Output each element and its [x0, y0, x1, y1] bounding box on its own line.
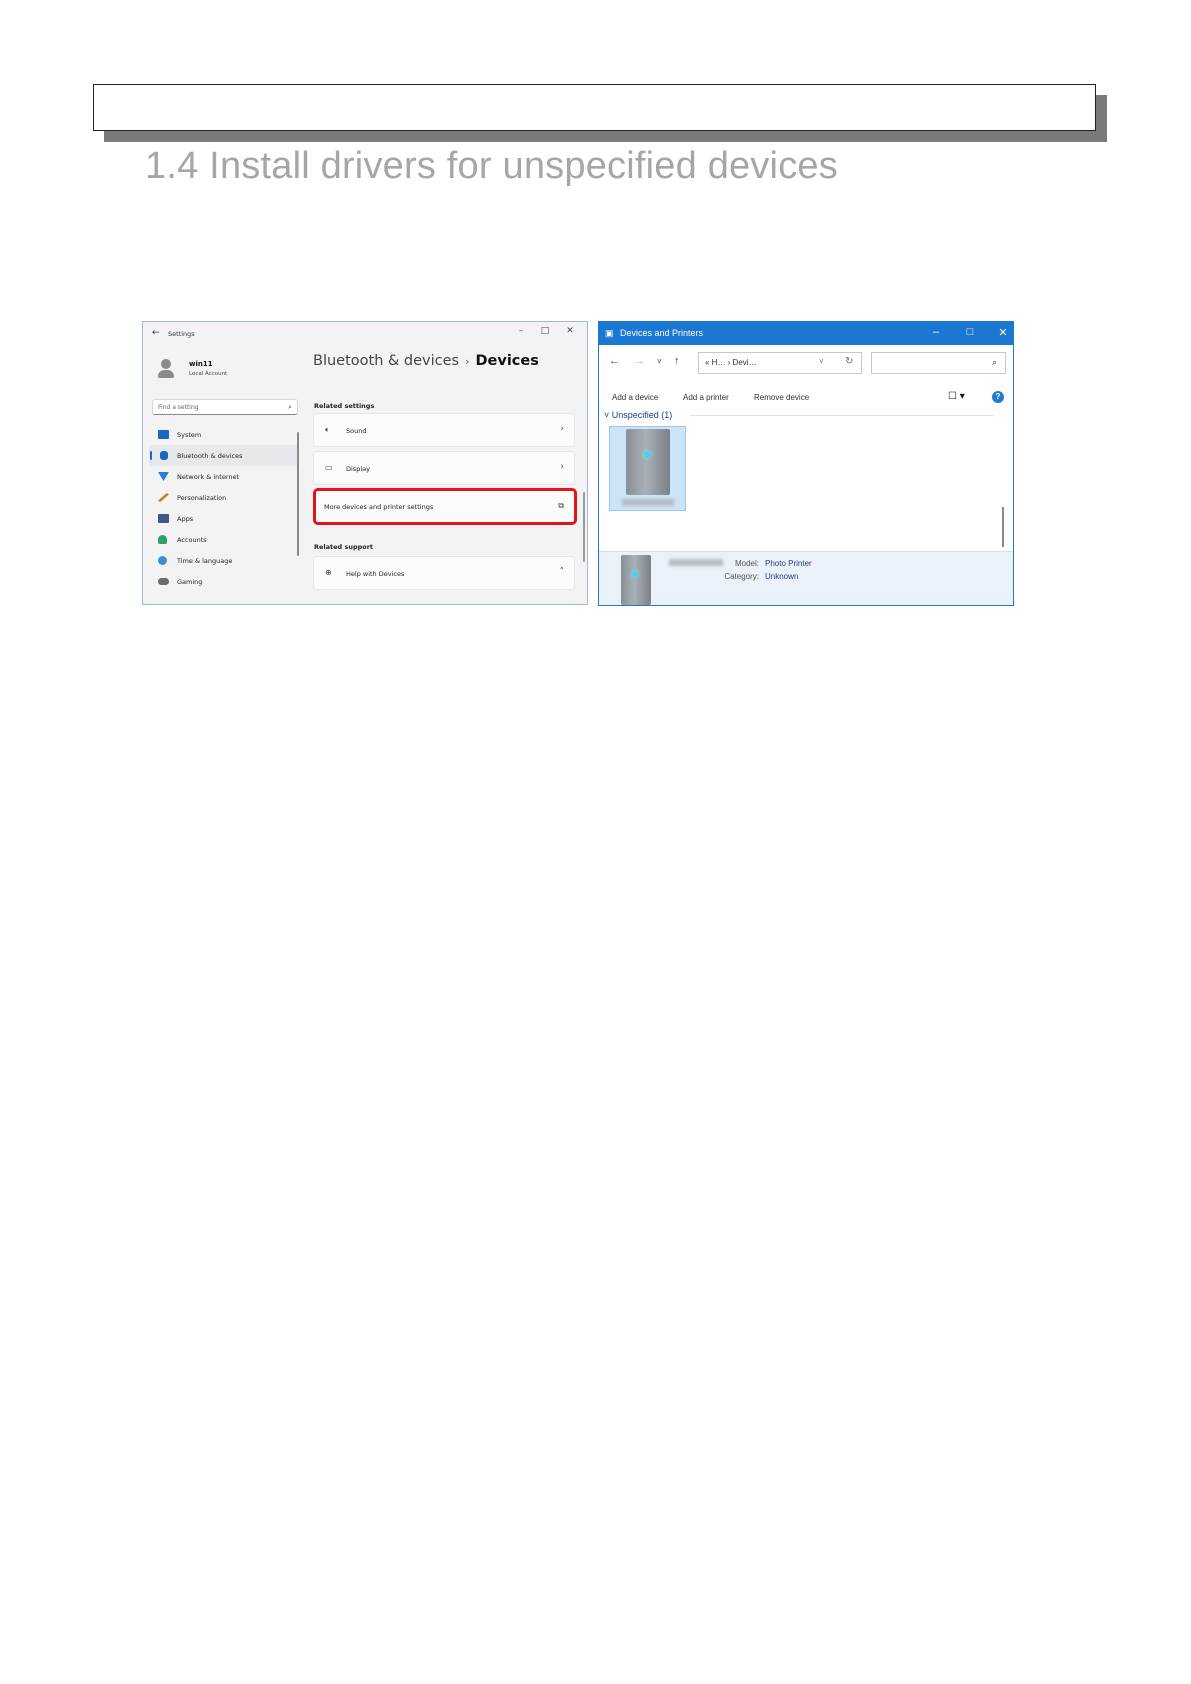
user-name: win11: [189, 360, 213, 368]
speaker-icon: 🔈︎: [325, 425, 330, 434]
chevron-right-icon: ›: [560, 424, 564, 434]
dap-title: Devices and Printers: [620, 328, 704, 338]
remove-device-button[interactable]: Remove device: [754, 393, 809, 402]
nav-scrollbar[interactable]: [297, 432, 299, 556]
nav-item-system[interactable]: System: [149, 424, 299, 445]
globe-icon: ⊕: [325, 568, 332, 577]
group-label: Unspecified (1): [611, 410, 673, 420]
settings-titlebar: ← Settings – □ ✕: [143, 322, 587, 346]
device-name-blurred: [622, 499, 674, 506]
related-support-heading: Related support: [314, 543, 374, 551]
nav-label: Apps: [177, 514, 194, 523]
nav-item-network[interactable]: Network & internet: [149, 466, 299, 487]
display-label: Display: [346, 465, 370, 473]
minimize-icon[interactable]: –: [929, 326, 943, 338]
sound-setting-card[interactable]: 🔈︎ Sound ›: [313, 413, 575, 447]
nav-label: Time & language: [177, 556, 233, 565]
apps-icon: [158, 514, 169, 523]
more-devices-printer-settings-card[interactable]: More devices and printer settings ⧉: [313, 488, 577, 525]
bluetooth-icon: [160, 451, 168, 460]
page-title: Bluetooth & devices › Devices: [313, 353, 539, 369]
settings-window: ← Settings – □ ✕ win11 Local Account Fin…: [142, 321, 588, 605]
close-icon[interactable]: ✕: [563, 326, 577, 336]
related-settings-heading: Related settings: [314, 402, 375, 410]
up-arrow-icon[interactable]: ↑: [674, 355, 680, 367]
monitor-icon: [158, 430, 169, 439]
back-arrow-icon[interactable]: ←: [152, 328, 160, 338]
avatar: [158, 359, 174, 379]
controller-icon: [158, 578, 169, 585]
help-with-devices-card[interactable]: ⊕ Help with Devices ˄: [313, 556, 575, 590]
sound-label: Sound: [346, 427, 367, 435]
model-value: Photo Printer: [765, 559, 812, 568]
nav-item-apps[interactable]: Apps: [149, 508, 299, 529]
close-icon[interactable]: ✕: [996, 326, 1010, 339]
help-icon[interactable]: ?: [992, 391, 1004, 403]
search-input[interactable]: ⌕: [871, 352, 1006, 374]
devices-printers-icon: ▣: [605, 328, 614, 338]
group-header[interactable]: ˅ Unspecified (1): [604, 410, 672, 420]
device-icon: [621, 555, 651, 605]
category-value: Unknown: [765, 572, 799, 581]
nav-label: Network & internet: [177, 472, 240, 481]
nav-label: Gaming: [177, 577, 203, 586]
view-options-icon[interactable]: ☐ ▾: [948, 391, 965, 402]
external-link-icon: ⧉: [558, 501, 564, 510]
nav-label: System: [177, 430, 202, 439]
person-icon: [158, 535, 167, 544]
nav-label: Bluetooth & devices: [177, 451, 243, 460]
nav-item-gaming[interactable]: Gaming: [149, 571, 299, 592]
header-box: [93, 84, 1096, 131]
device-icon: [626, 429, 670, 495]
search-placeholder: Find a setting: [158, 404, 199, 411]
list-scrollbar[interactable]: [1002, 507, 1004, 547]
help-label: Help with Devices: [346, 570, 405, 578]
address-bar[interactable]: « H… › Devi… ˅ ↻: [698, 352, 862, 374]
dap-titlebar: ▣ Devices and Printers – □ ✕: [599, 322, 1013, 345]
nav-label: Accounts: [177, 535, 207, 544]
maximize-icon[interactable]: □: [538, 326, 552, 336]
chevron-right-icon: ›: [560, 462, 564, 472]
nav-label: Personalization: [177, 493, 227, 502]
nav-item-time-language[interactable]: Time & language: [149, 550, 299, 571]
nav-item-accounts[interactable]: Accounts: [149, 529, 299, 550]
display-setting-card[interactable]: ▭ Display ›: [313, 451, 575, 485]
back-arrow-icon[interactable]: ←: [609, 355, 620, 367]
laptop-icon: ▭: [325, 463, 333, 472]
globe-clock-icon: [158, 556, 167, 565]
refresh-icon[interactable]: ↻: [845, 356, 853, 367]
unspecified-device-tile[interactable]: [609, 426, 686, 511]
category-label: Category:: [724, 572, 759, 581]
maximize-icon[interactable]: □: [963, 326, 977, 338]
settings-app-title: Settings: [168, 330, 195, 338]
settings-nav: System Bluetooth & devices Network & int…: [149, 424, 299, 592]
add-printer-button[interactable]: Add a printer: [683, 393, 729, 402]
chevron-down-icon: ˅: [604, 410, 612, 420]
brush-icon: [158, 493, 169, 502]
devices-printers-window: ▣ Devices and Printers – □ ✕ ← → ˅ ↑ « H…: [598, 321, 1014, 606]
group-divider: [690, 415, 994, 416]
address-path: « H… › Devi…: [705, 358, 757, 367]
more-devices-label: More devices and printer settings: [324, 503, 434, 511]
find-setting-input[interactable]: Find a setting ⌕: [152, 399, 298, 415]
breadcrumb-parent[interactable]: Bluetooth & devices: [313, 353, 459, 369]
account-type: Local Account: [189, 371, 228, 377]
model-label: Model:: [734, 559, 759, 568]
wifi-icon: [158, 472, 169, 481]
content-scrollbar[interactable]: [583, 492, 585, 562]
nav-item-personalization[interactable]: Personalization: [149, 487, 299, 508]
forward-arrow-icon[interactable]: →: [634, 355, 645, 367]
search-icon: ⌕: [288, 403, 292, 411]
minimize-icon[interactable]: –: [514, 326, 528, 336]
search-icon: ⌕: [991, 357, 997, 367]
add-device-button[interactable]: Add a device: [612, 393, 658, 402]
breadcrumb-current: Devices: [475, 353, 539, 369]
chevron-up-icon: ˄: [559, 567, 565, 577]
recent-dropdown-icon[interactable]: ˅: [657, 357, 662, 366]
chevron-down-icon[interactable]: ˅: [819, 357, 824, 366]
nav-item-bluetooth[interactable]: Bluetooth & devices: [149, 445, 299, 466]
details-pane: Model: Photo Printer Category: Unknown: [599, 551, 1013, 605]
section-title: 1.4 Install drivers for unspecified devi…: [145, 145, 838, 187]
chevron-right-icon: ›: [465, 355, 470, 368]
